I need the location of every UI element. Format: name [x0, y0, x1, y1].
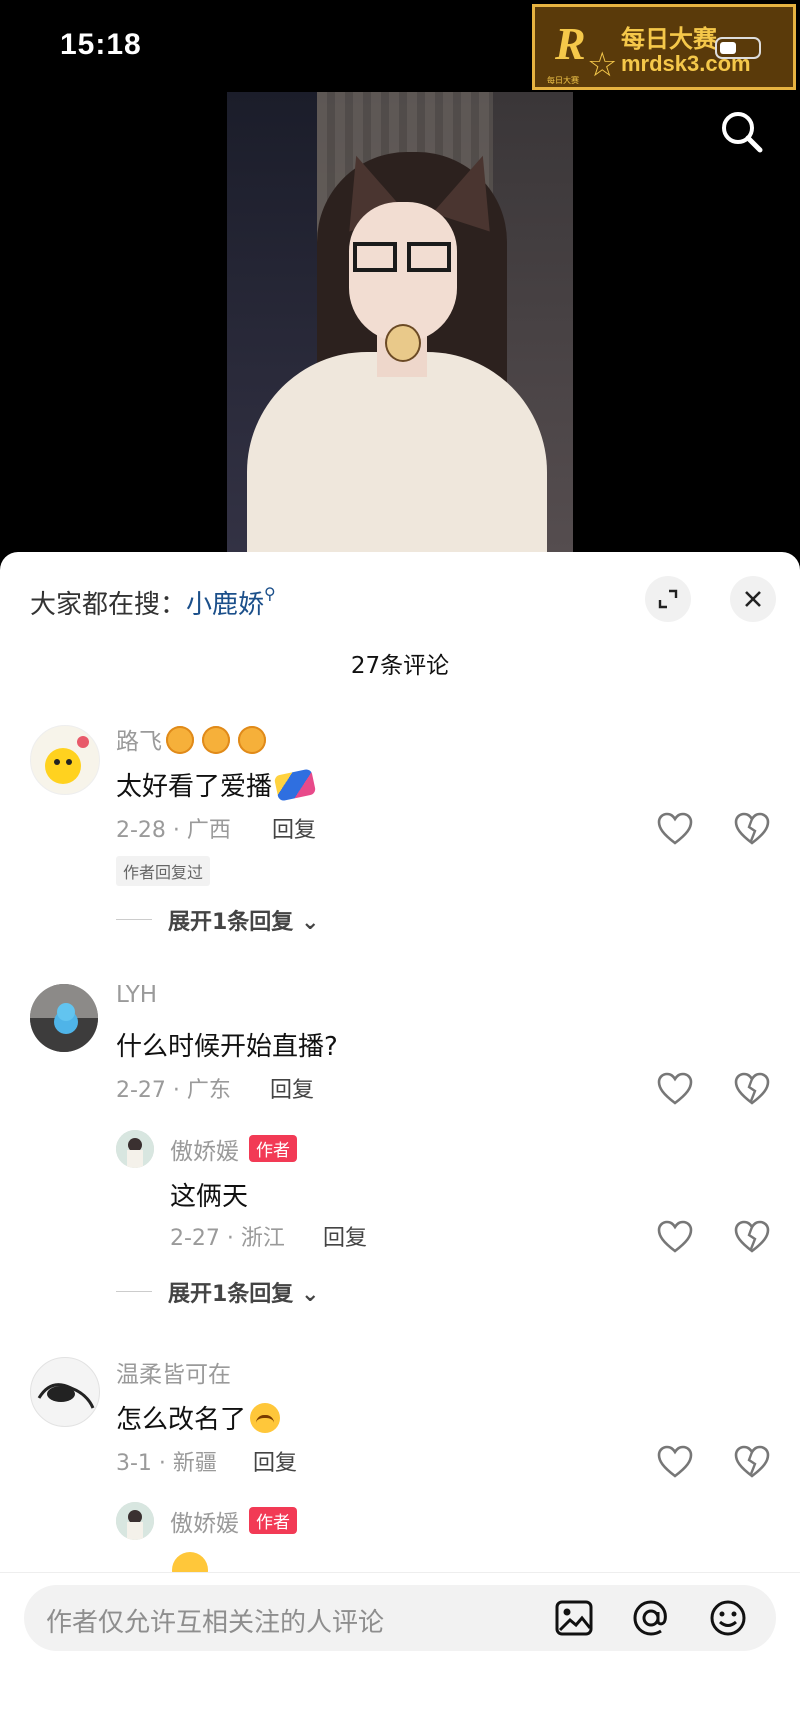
comment-text-body: 太好看了爱播: [116, 772, 273, 802]
search-icon: ⚲: [264, 584, 276, 603]
dislike-icon[interactable]: [732, 1069, 772, 1109]
search-icon[interactable]: [718, 108, 768, 158]
reply-button[interactable]: 回复: [253, 1445, 297, 1477]
hot-search[interactable]: 大家都在搜：小鹿娇⚲: [30, 584, 276, 621]
chevron-down-icon: ⌄: [300, 910, 320, 935]
comment-input-bar: 作者仅允许互相关注的人评论: [0, 1572, 800, 1732]
comment-author[interactable]: LYH: [116, 982, 157, 1008]
author-badge: 作者: [249, 1507, 297, 1534]
comment-meta: 2-28 · 广西: [116, 818, 231, 843]
reply-button[interactable]: 回复: [323, 1220, 367, 1252]
close-icon[interactable]: [730, 576, 776, 622]
comment-meta: 2-27 · 广东: [116, 1078, 231, 1103]
comment-input[interactable]: 作者仅允许互相关注的人评论: [24, 1585, 776, 1651]
watermark-star-icon: ☆: [587, 45, 618, 85]
watermark-r: R: [555, 18, 586, 69]
comment-count: 27条评论: [350, 653, 450, 679]
crying-emoji-icon: [172, 1552, 208, 1572]
reply-button[interactable]: 回复: [272, 812, 316, 844]
like-icon[interactable]: [655, 1442, 695, 1482]
battery-icon: [715, 37, 761, 59]
like-icon[interactable]: [655, 1069, 695, 1109]
expand-replies-button[interactable]: 展开1条回复 ⌄: [168, 904, 319, 936]
comment-text: 太好看了爱播: [116, 766, 317, 803]
comment-author[interactable]: 路飞: [116, 722, 266, 756]
emoji-icon[interactable]: [708, 1598, 748, 1638]
expand-replies-label: 展开1条回复: [168, 910, 294, 935]
video-area: 15:18 R ☆ 每日大赛 mrdsk3.com 每日大赛: [0, 0, 800, 560]
reply-text: 这俩天: [170, 1182, 249, 1212]
sun-emoji-icon: [202, 726, 230, 754]
comment-author-name: 路飞: [116, 729, 162, 755]
avatar[interactable]: [116, 1130, 154, 1168]
comment-input-placeholder: 作者仅允许互相关注的人评论: [46, 1608, 385, 1638]
image-icon[interactable]: [554, 1598, 594, 1638]
at-icon[interactable]: [631, 1598, 671, 1638]
reply-button[interactable]: 回复: [270, 1072, 314, 1104]
avatar[interactable]: [30, 1357, 100, 1427]
reply-author-name: 傲娇媛: [170, 1139, 239, 1165]
sun-emoji-icon: [238, 726, 266, 754]
sticker-bear-icon: [385, 324, 421, 362]
comment-author[interactable]: 温柔皆可在: [116, 1355, 231, 1389]
reply-meta: 2-27 · 浙江: [170, 1226, 285, 1251]
expand-replies-label: 展开1条回复: [168, 1282, 294, 1307]
avatar[interactable]: [30, 984, 98, 1052]
crying-emoji-icon: [250, 1403, 281, 1433]
dislike-icon[interactable]: [732, 809, 772, 849]
avatar[interactable]: [30, 725, 100, 795]
avatar[interactable]: [116, 1502, 154, 1540]
hot-search-keyword[interactable]: 小鹿娇: [186, 590, 264, 620]
divider: [116, 919, 152, 920]
like-icon[interactable]: [655, 1217, 695, 1257]
chevron-down-icon: ⌄: [300, 1282, 320, 1307]
comment-sheet: 大家都在搜：小鹿娇⚲ 27条评论 路飞 太好看了爱播 2-28 · 广西 回复 …: [0, 552, 800, 1731]
rocket-emoji-icon: [273, 768, 317, 802]
comment-text-body: 怎么改名了: [116, 1405, 247, 1435]
hot-search-prefix: 大家都在搜：: [30, 590, 187, 620]
video-thumbnail[interactable]: [227, 92, 573, 552]
reply-author-name: 傲娇媛: [170, 1511, 239, 1537]
sun-emoji-icon: [166, 726, 194, 754]
watermark-text: 每日大赛: [621, 25, 717, 53]
like-icon[interactable]: [655, 809, 695, 849]
dislike-icon[interactable]: [732, 1217, 772, 1257]
comment-text: 怎么改名了: [116, 1399, 281, 1436]
reply-author[interactable]: 傲娇媛 作者: [170, 1132, 297, 1166]
author-badge: 作者: [249, 1135, 297, 1162]
divider: [116, 1291, 152, 1292]
expand-replies-button[interactable]: 展开1条回复 ⌄: [168, 1276, 319, 1308]
watermark-subtext: 每日大赛: [547, 76, 579, 85]
reply-author[interactable]: 傲娇媛 作者: [170, 1504, 297, 1538]
expand-icon[interactable]: [645, 576, 691, 622]
author-replied-tag: 作者回复过: [116, 856, 211, 886]
comment-text: 什么时候开始直播?: [116, 1032, 338, 1062]
comment-meta: 3-1 · 新疆: [116, 1451, 217, 1476]
status-time: 15:18: [60, 28, 142, 61]
watermark-logo: R ☆ 每日大赛 mrdsk3.com 每日大赛: [532, 4, 796, 90]
dislike-icon[interactable]: [732, 1442, 772, 1482]
